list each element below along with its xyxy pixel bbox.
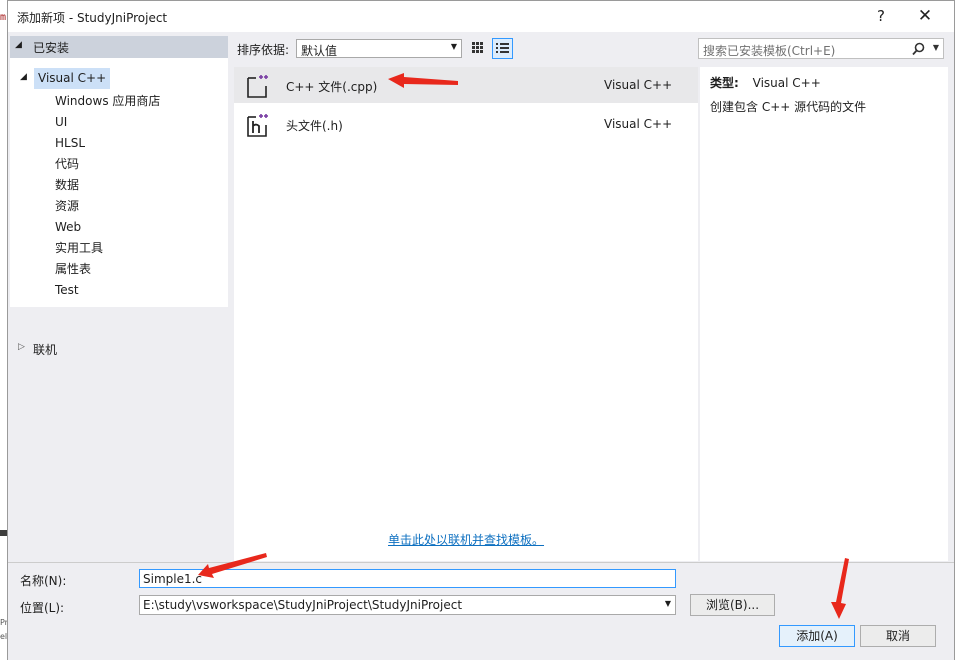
tree-item[interactable]: 资源 [55,196,79,217]
online-label: 联机 [33,343,58,357]
form-area: 名称(N): Simple1.c 位置(L): E:\study\vsworks… [8,562,954,660]
name-field[interactable]: Simple1.c [139,569,676,588]
cpp-file-icon [247,75,268,98]
list-view-icon [496,43,509,53]
tree-item[interactable]: 数据 [55,175,79,196]
template-name: 头文件(.h) [286,119,343,133]
add-new-item-dialog: 添加新项 - StudyJniProject ? ✕ ◢ 已安装 ◢ Visua… [7,0,955,660]
template-language: Visual C++ [604,117,673,131]
template-name: C++ 文件(.cpp) [286,80,378,94]
tree-item[interactable]: Windows 应用商店 [55,91,160,112]
tree-item[interactable]: HLSL [55,133,85,154]
search-input[interactable]: 搜索已安装模板(Ctrl+E) ▼ [698,38,944,59]
sort-label: 排序依据: [237,43,290,57]
tree-item[interactable]: Web [55,217,81,238]
location-value: E:\study\vsworkspace\StudyJniProject\Stu… [143,598,463,612]
tree-item[interactable]: 代码 [55,154,79,175]
template-type: 类型: Visual C++ [710,74,821,91]
expand-icon: ▷ [18,342,25,352]
template-item[interactable]: C++ 文件(.cpp) Visual C++ [234,67,698,103]
chevron-down-icon: ▼ [450,42,457,51]
search-options-icon[interactable]: ▼ [933,43,939,52]
tree-item[interactable]: UI [55,112,67,133]
location-field[interactable]: E:\study\vsworkspace\StudyJniProject\Stu… [139,595,676,615]
sort-dropdown[interactable]: 默认值 ▼ [296,39,462,58]
dialog-title: 添加新项 - StudyJniProject [17,11,168,25]
name-value: Simple1.c [143,572,203,586]
type-label: 类型: [710,76,739,90]
header-file-icon [247,114,268,137]
help-button[interactable]: ? [866,5,896,27]
name-label: 名称(N): [20,574,67,588]
template-list: C++ 文件(.cpp) Visual C++ 头文件(.h) Visual C… [234,67,698,561]
tree-item[interactable]: 属性表 [55,259,91,280]
tree-item-label: Visual C++ [34,68,111,89]
details-panel: 类型: Visual C++ 创建包含 C++ 源代码的文件 [700,67,948,561]
template-item[interactable]: 头文件(.h) Visual C++ [234,106,698,142]
online-templates-link[interactable]: 单击此处以联机并查找模板。 [388,531,544,548]
tree-item-online[interactable]: ▷ 联机 [10,338,228,360]
title-bar: 添加新项 - StudyJniProject ? ✕ [8,1,954,32]
category-tree: ◢ 已安装 ◢ Visual C++ Windows 应用商店 UI HLSL … [10,36,228,307]
template-language: Visual C++ [604,78,673,92]
search-placeholder: 搜索已安装模板(Ctrl+E) [703,44,836,58]
search-icon [912,42,925,56]
background-text: m [0,12,7,23]
grid-view-button[interactable] [467,38,488,59]
tree-item[interactable]: Test [55,280,79,301]
type-value: Visual C++ [752,76,821,90]
browse-button[interactable]: 浏览(B)... [690,594,775,616]
chevron-down-icon[interactable]: ▼ [665,599,671,608]
template-description: 创建包含 C++ 源代码的文件 [710,100,867,114]
location-label: 位置(L): [20,601,65,615]
grid-view-icon [472,42,483,53]
close-button[interactable]: ✕ [910,5,940,27]
expanded-icon: ◢ [20,72,27,82]
cancel-button[interactable]: 取消 [860,625,936,647]
tree-item-visual-cpp[interactable]: ◢ Visual C++ [10,68,228,90]
installed-label: 已安装 [33,41,70,55]
tree-item[interactable]: 实用工具 [55,238,103,259]
collapse-icon: ◢ [15,40,22,50]
sort-value: 默认值 [301,44,338,58]
list-view-button[interactable] [492,38,513,59]
installed-header[interactable]: ◢ 已安装 [10,36,228,58]
add-button[interactable]: 添加(A) [779,625,855,647]
